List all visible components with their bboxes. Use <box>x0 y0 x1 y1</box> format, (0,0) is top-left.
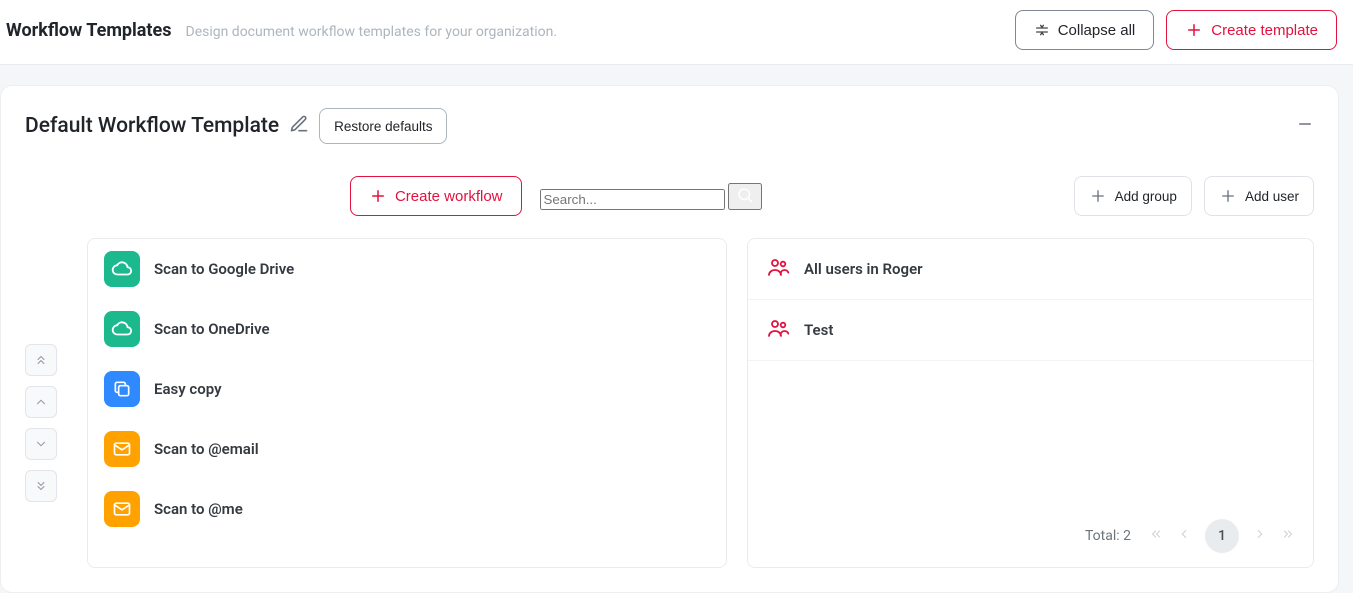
workflow-label: Scan to OneDrive <box>154 320 270 338</box>
workflow-item[interactable]: Scan to @email <box>88 419 726 479</box>
page-header: Workflow Templates Design document workf… <box>0 0 1353 65</box>
pager-next-button[interactable] <box>1253 527 1267 545</box>
workflow-item[interactable]: Easy copy <box>88 359 726 419</box>
envelope-icon <box>104 431 140 467</box>
search-icon <box>736 186 754 204</box>
create-template-button[interactable]: Create template <box>1166 10 1337 50</box>
pager-total: Total: 2 <box>1085 528 1131 544</box>
move-bottom-button[interactable] <box>25 470 57 502</box>
collapse-card-button[interactable] <box>1296 114 1314 139</box>
double-chevron-right-icon <box>1281 527 1295 541</box>
workflow-label: Scan to Google Drive <box>154 260 294 278</box>
edit-icon[interactable] <box>289 114 309 138</box>
chevron-right-icon <box>1253 527 1267 541</box>
envelope-icon <box>104 491 140 527</box>
minus-icon <box>1296 115 1314 133</box>
collapse-all-label: Collapse all <box>1058 22 1136 39</box>
collapse-all-button[interactable]: Collapse all <box>1015 10 1155 50</box>
workflow-label: Scan to @email <box>154 440 259 458</box>
page-title: Workflow Templates <box>6 20 172 41</box>
pager: Total: 2 1 <box>748 509 1313 567</box>
collapse-icon <box>1034 22 1050 38</box>
plus-icon <box>369 187 387 205</box>
group-icon <box>766 316 790 344</box>
add-user-label: Add user <box>1245 189 1299 204</box>
workflows-panel: Scan to Google Drive Scan to OneDrive Ea… <box>87 238 727 568</box>
pager-first-button[interactable] <box>1149 527 1163 545</box>
double-chevron-down-icon <box>34 479 48 493</box>
groups-panel: All users in Roger Test Total: 2 <box>747 238 1314 568</box>
chevron-up-icon <box>34 395 48 409</box>
pager-prev-button[interactable] <box>1177 527 1191 545</box>
move-down-button[interactable] <box>25 428 57 460</box>
pager-current[interactable]: 1 <box>1205 519 1239 553</box>
pager-last-button[interactable] <box>1281 527 1295 545</box>
add-user-button[interactable]: Add user <box>1204 176 1314 216</box>
workflow-item[interactable]: Scan to Google Drive <box>88 239 726 299</box>
group-label: Test <box>804 321 833 339</box>
template-toolbar: Create workflow Add group Add user <box>25 176 1314 216</box>
workflow-label: Easy copy <box>154 380 222 398</box>
plus-icon <box>1185 21 1203 39</box>
workflow-label: Scan to @me <box>154 500 243 518</box>
double-chevron-up-icon <box>34 353 48 367</box>
move-up-button[interactable] <box>25 386 57 418</box>
restore-defaults-button[interactable]: Restore defaults <box>319 108 447 144</box>
add-group-button[interactable]: Add group <box>1074 176 1192 216</box>
restore-defaults-label: Restore defaults <box>334 119 432 134</box>
template-name: Default Workflow Template <box>25 114 279 138</box>
page-subtitle: Design document workflow templates for y… <box>186 24 558 40</box>
chevron-left-icon <box>1177 527 1191 541</box>
cloud-icon <box>104 311 140 347</box>
workflow-item[interactable]: Scan to @me <box>88 479 726 539</box>
plus-icon <box>1089 187 1107 205</box>
reorder-controls <box>25 238 67 568</box>
template-card: Default Workflow Template Restore defaul… <box>0 85 1339 593</box>
cloud-icon <box>104 251 140 287</box>
search-input[interactable] <box>540 189 725 210</box>
add-group-label: Add group <box>1115 189 1177 204</box>
search-button[interactable] <box>728 183 762 210</box>
double-chevron-left-icon <box>1149 527 1163 541</box>
group-label: All users in Roger <box>804 260 923 278</box>
move-top-button[interactable] <box>25 344 57 376</box>
group-item[interactable]: Test <box>748 300 1313 361</box>
copy-icon <box>104 371 140 407</box>
search-wrap <box>540 183 800 210</box>
group-icon <box>766 255 790 283</box>
create-template-label: Create template <box>1211 22 1318 39</box>
group-item[interactable]: All users in Roger <box>748 239 1313 300</box>
create-workflow-button[interactable]: Create workflow <box>350 176 522 216</box>
create-workflow-label: Create workflow <box>395 188 503 205</box>
chevron-down-icon <box>34 437 48 451</box>
plus-icon <box>1219 187 1237 205</box>
workflow-item[interactable]: Scan to OneDrive <box>88 299 726 359</box>
